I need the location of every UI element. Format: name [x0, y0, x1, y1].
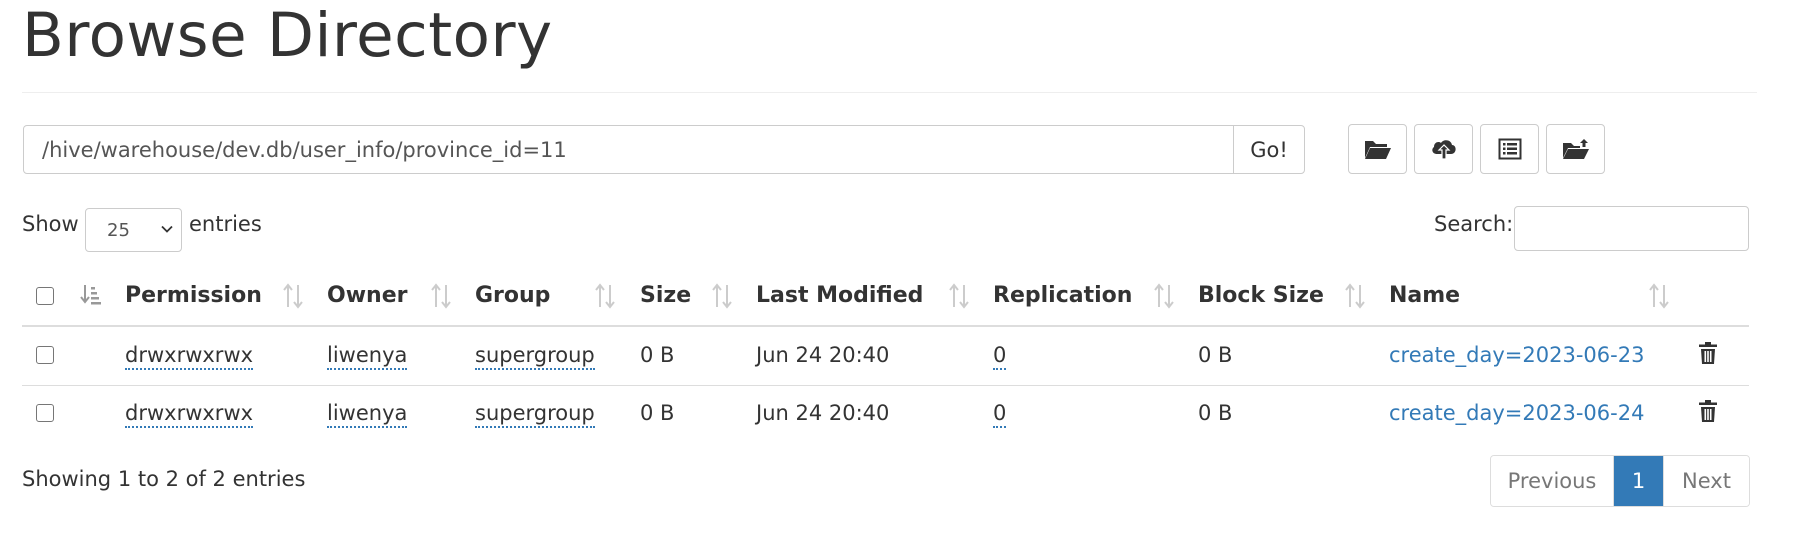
- chevron-down-icon: [161, 225, 173, 233]
- row-group[interactable]: supergroup: [475, 401, 595, 428]
- col-permission[interactable]: Permission: [125, 283, 262, 308]
- pagination: Previous 1 Next: [1490, 455, 1750, 507]
- row-size: 0 B: [640, 343, 675, 367]
- row-last-modified: Jun 24 20:40: [756, 401, 890, 425]
- sort-amount-icon[interactable]: [80, 284, 102, 306]
- row-checkbox[interactable]: [36, 404, 54, 422]
- col-last-modified[interactable]: Last Modified: [756, 283, 923, 308]
- directory-path-input[interactable]: [23, 125, 1234, 174]
- sort-arrows-icon[interactable]: [282, 283, 304, 309]
- sort-arrows-icon[interactable]: [1648, 283, 1670, 309]
- sort-arrows-icon[interactable]: [1344, 283, 1366, 309]
- row-checkbox[interactable]: [36, 346, 54, 364]
- trash-icon[interactable]: [1698, 399, 1718, 423]
- create-directory-button[interactable]: [1348, 124, 1407, 174]
- previous-page-button[interactable]: Previous: [1491, 456, 1614, 506]
- row-replication[interactable]: 0: [993, 343, 1007, 370]
- col-name[interactable]: Name: [1389, 283, 1460, 308]
- cut-paste-button[interactable]: [1480, 124, 1539, 174]
- row-size: 0 B: [640, 401, 675, 425]
- row-permission[interactable]: drwxrwxrwx: [125, 343, 254, 370]
- move-paste-button[interactable]: [1546, 124, 1605, 174]
- trash-icon[interactable]: [1698, 341, 1718, 365]
- row-owner[interactable]: liwenya: [327, 343, 408, 370]
- page-title: Browse Directory: [22, 0, 553, 71]
- list-alt-icon: [1498, 138, 1521, 160]
- search-input[interactable]: [1514, 206, 1749, 251]
- row-last-modified: Jun 24 20:40: [756, 343, 890, 367]
- sort-arrows-icon[interactable]: [711, 283, 733, 309]
- go-button[interactable]: Go!: [1233, 125, 1305, 174]
- row-divider: [22, 385, 1749, 386]
- col-replication[interactable]: Replication: [993, 283, 1132, 308]
- row-block-size: 0 B: [1198, 401, 1233, 425]
- table-info: Showing 1 to 2 of 2 entries: [22, 467, 306, 491]
- title-divider: [22, 92, 1757, 93]
- row-name-link[interactable]: create_day=2023-06-24: [1389, 401, 1644, 425]
- table-header-divider: [22, 325, 1749, 327]
- sort-arrows-icon[interactable]: [1153, 283, 1175, 309]
- upload-files-button[interactable]: [1414, 124, 1473, 174]
- cloud-upload-icon: [1431, 140, 1456, 160]
- search-label: Search:: [1434, 212, 1514, 236]
- page-length-value: 25: [107, 220, 130, 241]
- col-block-size[interactable]: Block Size: [1198, 283, 1324, 308]
- row-name-link[interactable]: create_day=2023-06-23: [1389, 343, 1644, 367]
- row-block-size: 0 B: [1198, 343, 1233, 367]
- entries-label: entries: [189, 212, 262, 236]
- folder-upload-icon: [1562, 139, 1589, 159]
- sort-arrows-icon[interactable]: [594, 283, 616, 309]
- select-all-checkbox[interactable]: [36, 287, 54, 305]
- row-permission[interactable]: drwxrwxrwx: [125, 401, 254, 428]
- page-1-button[interactable]: 1: [1614, 456, 1663, 506]
- col-group[interactable]: Group: [475, 283, 550, 308]
- page-length-select[interactable]: 25: [85, 208, 182, 252]
- show-label: Show: [22, 212, 79, 236]
- sort-arrows-icon[interactable]: [430, 283, 452, 309]
- folder-open-icon: [1364, 141, 1391, 159]
- sort-arrows-icon[interactable]: [948, 283, 970, 309]
- row-group[interactable]: supergroup: [475, 343, 595, 370]
- next-page-button[interactable]: Next: [1663, 456, 1749, 506]
- row-owner[interactable]: liwenya: [327, 401, 408, 428]
- row-replication[interactable]: 0: [993, 401, 1007, 428]
- col-owner[interactable]: Owner: [327, 283, 407, 308]
- col-size[interactable]: Size: [640, 283, 691, 308]
